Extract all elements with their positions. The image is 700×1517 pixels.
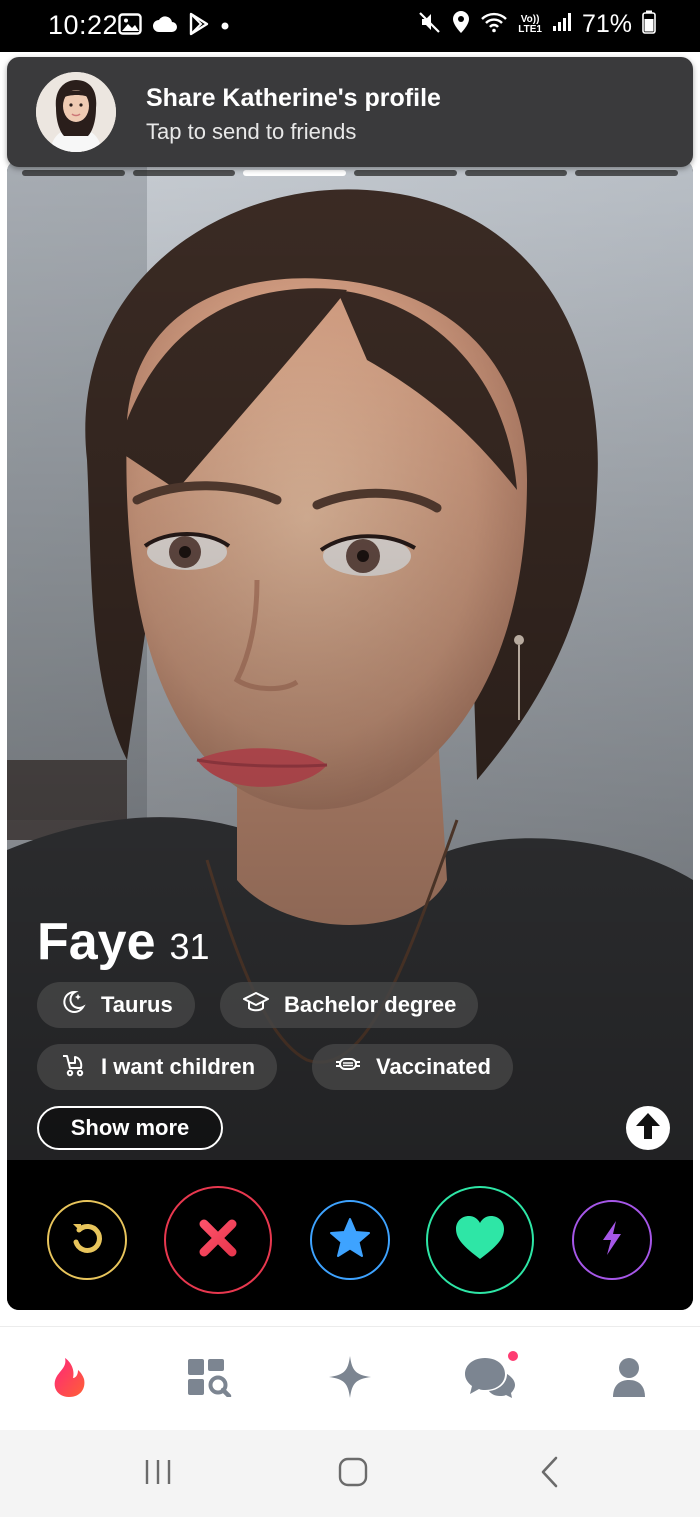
chip-zodiac: Taurus bbox=[37, 982, 195, 1028]
boost-button[interactable] bbox=[572, 1200, 652, 1280]
toast-title: Share Katherine's profile bbox=[146, 84, 441, 112]
nav-profile[interactable] bbox=[605, 1355, 653, 1403]
profile-name: Faye bbox=[37, 913, 156, 971]
moon-icon bbox=[59, 988, 87, 1022]
gallery-icon bbox=[118, 13, 142, 40]
status-system-icons: Vo)) LTE1 71% bbox=[418, 10, 656, 39]
nav-home[interactable] bbox=[45, 1355, 93, 1403]
battery-icon bbox=[642, 10, 656, 39]
super-like-button[interactable] bbox=[310, 1200, 390, 1280]
like-button[interactable] bbox=[426, 1186, 534, 1294]
chat-icon bbox=[465, 1356, 515, 1403]
signal-icon bbox=[552, 12, 572, 37]
location-icon bbox=[452, 10, 470, 39]
nav-gold[interactable] bbox=[326, 1355, 374, 1403]
recent-apps-button[interactable] bbox=[138, 1458, 178, 1490]
sparkle-icon bbox=[328, 1355, 372, 1404]
photo-indicator[interactable] bbox=[575, 170, 679, 176]
recent-apps-icon bbox=[143, 1458, 173, 1491]
photo-indicator-active[interactable] bbox=[243, 170, 347, 176]
action-bar bbox=[7, 1160, 693, 1310]
chip-label: I want children bbox=[101, 1054, 256, 1079]
home-button[interactable] bbox=[333, 1457, 373, 1492]
user-icon bbox=[612, 1357, 646, 1402]
notification-badge bbox=[506, 1349, 520, 1363]
chip-education: Bachelor degree bbox=[220, 982, 479, 1028]
toast-subtitle: Tap to send to friends bbox=[146, 119, 357, 144]
back-button[interactable] bbox=[530, 1456, 570, 1493]
rewind-icon bbox=[67, 1218, 107, 1263]
rewind-button[interactable] bbox=[47, 1200, 127, 1280]
explore-icon bbox=[186, 1357, 232, 1402]
photo-indicator[interactable] bbox=[132, 170, 236, 176]
show-more-button[interactable]: Show more bbox=[37, 1106, 223, 1150]
lightning-icon bbox=[600, 1220, 624, 1261]
open-profile-button[interactable] bbox=[626, 1106, 670, 1150]
nav-messages[interactable] bbox=[465, 1349, 520, 1403]
mute-icon bbox=[418, 10, 442, 39]
photo-indicator[interactable] bbox=[354, 170, 457, 176]
nope-button[interactable] bbox=[164, 1186, 272, 1294]
home-icon bbox=[338, 1457, 368, 1492]
share-profile-toast[interactable]: Share Katherine's profile Tap to send to… bbox=[7, 57, 693, 167]
mask-icon bbox=[334, 1050, 362, 1084]
stroller-icon bbox=[59, 1050, 87, 1084]
graduation-cap-icon bbox=[242, 988, 270, 1022]
status-notification-icons bbox=[118, 12, 230, 41]
system-navigation-bar bbox=[0, 1430, 700, 1517]
heart-icon bbox=[454, 1215, 506, 1266]
bottom-navigation bbox=[0, 1326, 700, 1430]
photo-indicator[interactable] bbox=[464, 170, 568, 176]
photo-progress-bar bbox=[22, 170, 679, 176]
nav-explore[interactable] bbox=[185, 1355, 233, 1403]
close-icon bbox=[196, 1216, 240, 1265]
photo-indicator[interactable] bbox=[22, 170, 125, 176]
status-time: 10:22 bbox=[48, 10, 119, 40]
cloud-icon bbox=[152, 15, 178, 38]
wifi-icon bbox=[480, 11, 508, 38]
chip-vaccination: Vaccinated bbox=[312, 1044, 513, 1090]
star-icon bbox=[328, 1217, 372, 1264]
chip-label: Bachelor degree bbox=[284, 992, 457, 1017]
dot-icon bbox=[220, 18, 230, 36]
network-type: Vo)) LTE1 bbox=[518, 13, 542, 35]
profile-age: 31 bbox=[169, 926, 210, 967]
chip-family-plans: I want children bbox=[37, 1044, 278, 1090]
flame-icon bbox=[51, 1356, 87, 1403]
chip-label: Taurus bbox=[101, 992, 173, 1017]
arrow-up-icon bbox=[634, 1111, 662, 1146]
battery-percentage: 71% bbox=[581, 10, 632, 38]
status-bar: 10:22 Vo)) LTE1 71% bbox=[0, 0, 700, 52]
back-icon bbox=[540, 1456, 560, 1493]
profile-card[interactable]: Faye 31 Taurus Bachelor degree I want ch… bbox=[7, 160, 693, 1310]
play-store-icon bbox=[188, 12, 210, 41]
chip-label: Vaccinated bbox=[376, 1054, 491, 1079]
profile-header: Faye 31 bbox=[37, 912, 210, 972]
avatar bbox=[36, 72, 116, 152]
